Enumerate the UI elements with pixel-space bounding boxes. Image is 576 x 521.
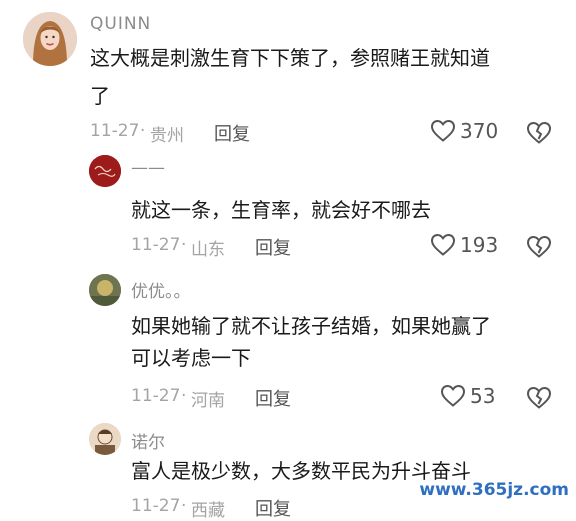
comment-item: QUINN 这大概是刺激生育下下策了，参照赌王就知道 了 11-27 · 贵州 … — [0, 0, 576, 150]
meta-separator: · — [140, 121, 146, 141]
dislike-icon[interactable] — [526, 386, 552, 414]
heart-icon — [430, 233, 456, 257]
comment-item: 优优。。 如果她输了就不让孩子结婚，如果她赢了 可以考虑一下 11-27 · 河… — [0, 265, 576, 420]
meta-separator: · — [181, 386, 187, 406]
username[interactable]: QUINN — [90, 14, 151, 34]
like-count: 370 — [460, 119, 499, 143]
like-button[interactable]: 53 — [440, 384, 495, 408]
reply-button[interactable]: 回复 — [255, 385, 291, 411]
like-count: 193 — [460, 233, 499, 257]
comment-text-line: 可以考虑一下 — [131, 346, 251, 370]
comment-text-line: 这大概是刺激生育下下策了，参照赌王就知道 — [90, 46, 490, 70]
reply-button[interactable]: 回复 — [255, 234, 291, 260]
avatar[interactable] — [89, 274, 121, 306]
dislike-icon[interactable] — [526, 235, 552, 263]
comment-text-line: 如果她输了就不让孩子结婚，如果她赢了 — [131, 314, 491, 338]
comment-date: 11-27 — [90, 121, 140, 141]
dislike-icon[interactable] — [526, 121, 552, 149]
watermark: www.365jz.com — [416, 480, 572, 500]
comment-date: 11-27 — [131, 235, 181, 255]
avatar[interactable] — [23, 12, 77, 66]
meta-separator: · — [181, 496, 187, 516]
comment-location: 河南 — [191, 391, 225, 411]
like-button[interactable]: 370 — [430, 119, 498, 143]
comment-location: 贵州 — [150, 126, 184, 146]
comment-date: 11-27 — [131, 496, 181, 516]
username[interactable]: —— — [131, 158, 165, 178]
avatar[interactable] — [89, 423, 121, 455]
avatar[interactable] — [89, 155, 121, 187]
heart-icon — [430, 119, 456, 143]
like-count: 53 — [470, 384, 496, 408]
meta-separator: · — [181, 235, 187, 255]
comment-date: 11-27 — [131, 386, 181, 406]
comment-text-line: 了 — [90, 84, 110, 108]
username[interactable]: 优优。。 — [131, 277, 191, 302]
comment-text-line: 就这一条，生育率，就会好不哪去 — [131, 198, 431, 222]
reply-button[interactable]: 回复 — [255, 495, 291, 521]
reply-button[interactable]: 回复 — [214, 120, 250, 146]
comment-location: 西藏 — [191, 501, 225, 521]
like-button[interactable]: 193 — [430, 233, 498, 257]
comment-item: —— 就这一条，生育率，就会好不哪去 11-27 · 山东 回复 193 — [0, 150, 576, 265]
heart-icon — [440, 384, 466, 408]
comment-location: 山东 — [191, 240, 225, 260]
username[interactable]: 诺尔 — [131, 428, 165, 453]
